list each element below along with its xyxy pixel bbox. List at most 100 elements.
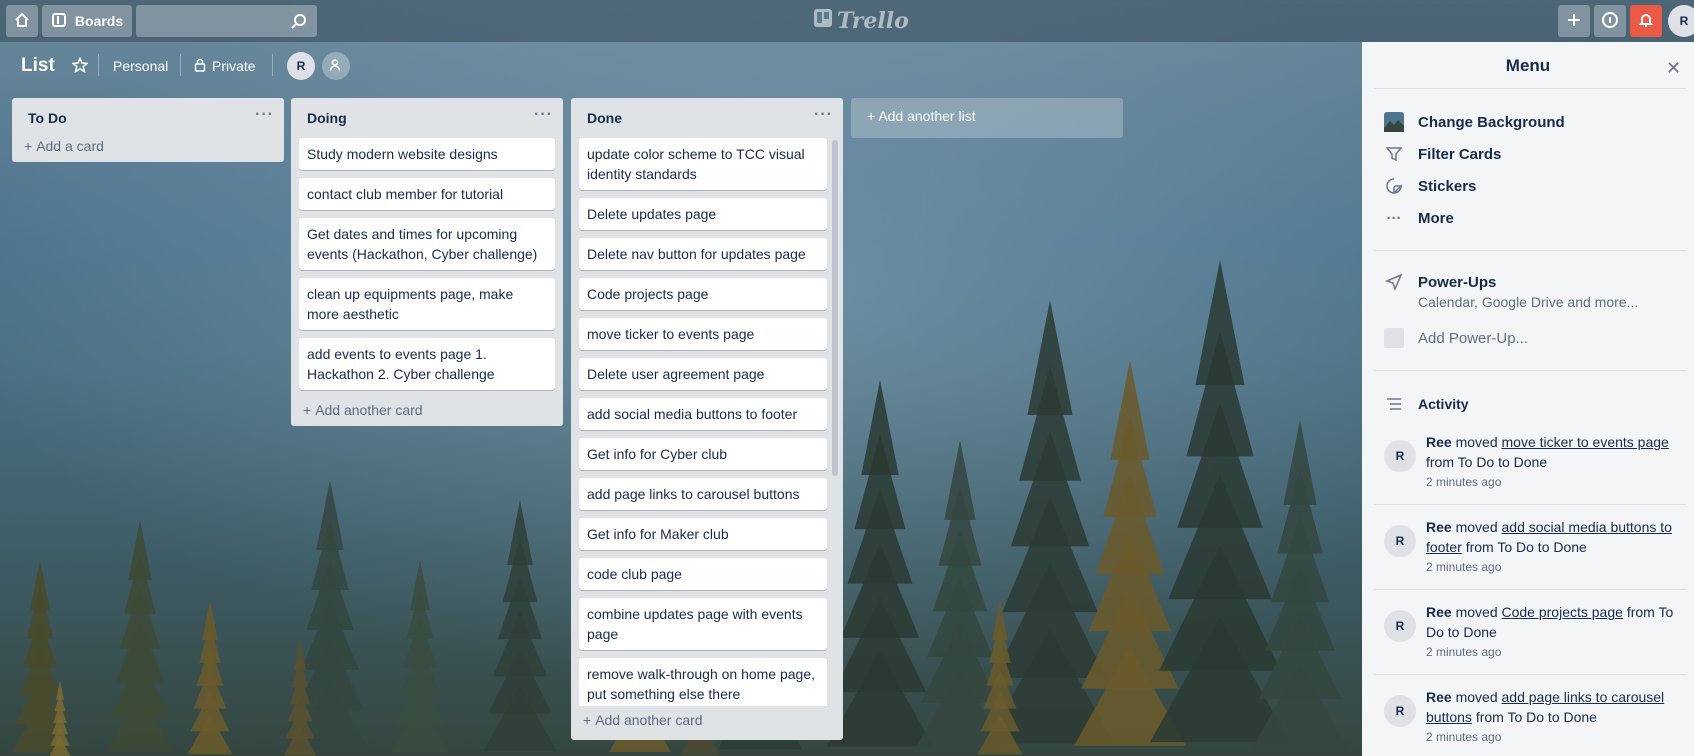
header-divider: [272, 54, 273, 76]
powerups-item[interactable]: Power-Ups: [1384, 268, 1684, 296]
menu-title: Menu: [1505, 56, 1551, 75]
list-menu-button[interactable]: ···: [814, 106, 833, 138]
more-item[interactable]: ··· More: [1384, 204, 1684, 232]
activity-time[interactable]: 2 minutes ago: [1426, 642, 1676, 662]
activity-user[interactable]: Ree: [1426, 689, 1452, 705]
card[interactable]: clean up equipments page, make more aest…: [299, 278, 555, 330]
search-icon[interactable]: [291, 13, 307, 32]
add-card-label: Add another card: [315, 402, 423, 418]
card[interactable]: move ticker to events page: [579, 318, 827, 350]
card[interactable]: add page links to carousel buttons: [579, 478, 827, 510]
menu-divider: [1374, 504, 1686, 505]
board-menu: Menu ✕ Change Background Filter Cards St…: [1362, 42, 1694, 756]
add-card-button[interactable]: + Add a card: [12, 138, 284, 162]
list-menu-button[interactable]: ···: [255, 106, 274, 138]
card[interactable]: combine updates page with events page: [579, 598, 827, 650]
home-button[interactable]: [6, 5, 38, 37]
card[interactable]: update color scheme to TCC visual identi…: [579, 138, 827, 190]
activity-text: Ree moved Code projects page from To Do …: [1426, 602, 1676, 662]
sticker-icon: [1384, 176, 1404, 196]
card[interactable]: Delete nav button for updates page: [579, 238, 827, 270]
activity-verb: moved: [1455, 604, 1498, 620]
list-title[interactable]: To Do: [28, 110, 67, 138]
star-button[interactable]: [71, 51, 89, 81]
activity-text: Ree moved add page links to carousel but…: [1426, 687, 1676, 747]
add-card-button[interactable]: + Add another card: [571, 706, 843, 736]
list-title[interactable]: Done: [587, 110, 622, 138]
card[interactable]: Get info for Cyber club: [579, 438, 827, 470]
activity-time[interactable]: 2 minutes ago: [1426, 557, 1676, 577]
card[interactable]: Delete updates page: [579, 198, 827, 230]
activity-user[interactable]: Ree: [1426, 434, 1452, 450]
card[interactable]: contact club member for tutorial: [299, 178, 555, 210]
menu-divider: [1374, 589, 1686, 590]
activity-card-link[interactable]: Code projects page: [1502, 604, 1623, 620]
card[interactable]: code club page: [579, 558, 827, 590]
team-button[interactable]: Personal: [113, 51, 168, 81]
activity-detail: from To Do to Done: [1475, 709, 1597, 725]
activity-avatar[interactable]: R: [1384, 525, 1416, 557]
activity-header: Activity: [1384, 390, 1684, 418]
activity-avatar[interactable]: R: [1384, 695, 1416, 727]
card[interactable]: Delete user agreement page: [579, 358, 827, 390]
header-divider: [98, 54, 99, 76]
card[interactable]: remove walk-through on home page, put so…: [579, 658, 827, 706]
activity-verb: moved: [1455, 519, 1498, 535]
create-button[interactable]: [1558, 5, 1590, 37]
list-to-do: To Do ··· + Add a card: [12, 98, 284, 162]
plus-icon: +: [867, 108, 876, 124]
user-avatar[interactable]: R: [1668, 5, 1694, 37]
activity-detail: from To Do to Done: [1465, 539, 1587, 555]
activity-entry: R Ree moved add page links to carousel b…: [1374, 681, 1686, 756]
activity-user[interactable]: Ree: [1426, 519, 1452, 535]
card[interactable]: Get info for Maker club: [579, 518, 827, 550]
menu-divider: [1374, 250, 1686, 251]
card[interactable]: Study modern website designs: [299, 138, 555, 170]
card[interactable]: Code projects page: [579, 278, 827, 310]
card[interactable]: add events to events page 1. Hackathon 2…: [299, 338, 555, 390]
search-input[interactable]: [136, 5, 317, 37]
member-avatar[interactable]: R: [287, 52, 315, 80]
activity-avatar[interactable]: R: [1384, 610, 1416, 642]
list-header: To Do ···: [12, 98, 284, 138]
menu-divider: [1374, 674, 1686, 675]
header-divider: [180, 54, 181, 76]
change-background-item[interactable]: Change Background: [1384, 108, 1684, 136]
filter-cards-item[interactable]: Filter Cards: [1384, 140, 1684, 168]
list-header: Done ···: [571, 98, 843, 138]
activity-list-icon: [1384, 394, 1404, 414]
invite-button[interactable]: [322, 52, 350, 80]
activity-card-link[interactable]: move ticker to events page: [1502, 434, 1669, 450]
list-menu-button[interactable]: ···: [534, 106, 553, 138]
activity-user[interactable]: Ree: [1426, 604, 1452, 620]
close-icon[interactable]: ✕: [1666, 58, 1681, 79]
add-list-button[interactable]: + Add another list: [851, 98, 1123, 138]
more-icon: ···: [1386, 209, 1402, 227]
plus-icon: +: [303, 402, 312, 418]
star-icon: [71, 56, 89, 76]
boards-button[interactable]: Boards: [42, 5, 132, 37]
card[interactable]: Get dates and times for upcoming events …: [299, 218, 555, 270]
activity-avatar[interactable]: R: [1384, 440, 1416, 472]
add-card-button[interactable]: + Add another card: [291, 398, 563, 426]
add-powerup-label: Add Power-Up...: [1418, 329, 1529, 347]
powerups-subtitle[interactable]: Calendar, Google Drive and more...: [1418, 294, 1638, 310]
visibility-button[interactable]: Private: [194, 51, 256, 81]
list-title[interactable]: Doing: [307, 110, 347, 138]
list-scrollbar[interactable]: [832, 140, 838, 476]
top-navigation-bar: Boards Trello R: [0, 0, 1694, 42]
home-icon: [14, 12, 30, 31]
team-label: Personal: [113, 58, 169, 74]
board-title[interactable]: List: [21, 55, 55, 77]
filter-cards-label: Filter Cards: [1418, 145, 1502, 163]
stickers-item[interactable]: Stickers: [1384, 172, 1684, 200]
notifications-button[interactable]: [1630, 5, 1662, 37]
activity-time[interactable]: 2 minutes ago: [1426, 727, 1676, 747]
change-background-label: Change Background: [1418, 113, 1565, 131]
info-button[interactable]: [1594, 5, 1626, 37]
add-powerup-item[interactable]: Add Power-Up...: [1384, 324, 1684, 352]
trello-logo[interactable]: Trello: [813, 8, 909, 34]
activity-time[interactable]: 2 minutes ago: [1426, 472, 1676, 492]
card[interactable]: add social media buttons to footer: [579, 398, 827, 430]
lock-icon: [194, 58, 206, 75]
